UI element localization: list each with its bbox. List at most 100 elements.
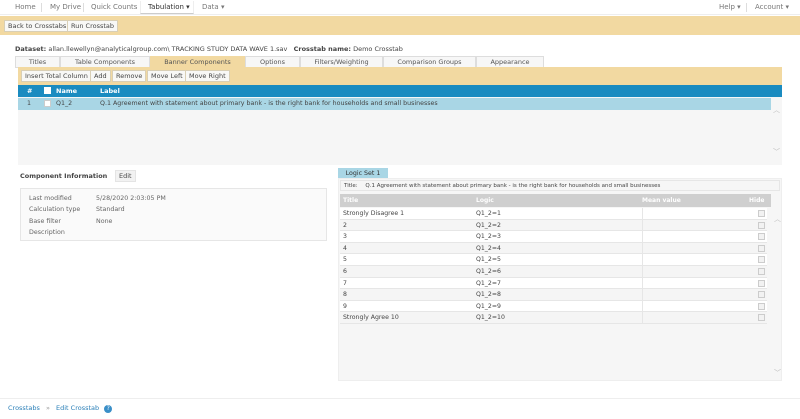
logic-header: Title Logic Mean value Hide xyxy=(340,194,771,207)
component-info-labels: Last modified Calculation type Base filt… xyxy=(29,193,80,238)
mean-value-cell[interactable] xyxy=(642,208,643,219)
breadcrumb-crosstabs[interactable]: Crosstabs xyxy=(8,404,40,412)
add-button[interactable]: Add xyxy=(90,70,111,82)
logic-row-logic: Q1_2=7 xyxy=(476,279,501,287)
logic-row-logic: Q1_2=5 xyxy=(476,256,501,264)
logic-row-title: 6 xyxy=(343,268,347,275)
row-label: Q.1 Agreement with statement about prima… xyxy=(100,100,438,107)
hide-checkbox[interactable] xyxy=(758,221,765,229)
edit-button[interactable]: Edit xyxy=(115,170,136,182)
logic-row-logic: Q1_2=4 xyxy=(476,244,501,252)
field-value: 5/28/2020 2:03:05 PM xyxy=(96,195,166,202)
top-nav: Home My Drive Quick Counts Tabulation ▾ … xyxy=(0,0,800,15)
hide-checkbox[interactable] xyxy=(758,291,765,299)
hide-checkbox[interactable] xyxy=(758,302,765,310)
breadcrumb-separator: » xyxy=(45,404,50,412)
remove-button[interactable]: Remove xyxy=(112,70,147,82)
scroll-up-icon[interactable]: ︿ xyxy=(773,105,780,115)
banner-toolbar: Insert Total Column Add Remove Move Left… xyxy=(18,67,782,85)
nav-data[interactable]: Data ▾ xyxy=(202,3,224,11)
run-crosstab-button[interactable]: Run Crosstab xyxy=(67,20,119,32)
component-info-values: 5/28/2020 2:03:05 PM Standard None xyxy=(96,193,166,227)
logic-row[interactable]: Strongly Agree 10 Q1_2=10 xyxy=(340,312,767,324)
row-name: Q1_2 xyxy=(56,100,73,107)
col-logic: Logic xyxy=(476,197,494,204)
logic-row-logic: Q1_2=6 xyxy=(476,268,501,275)
action-bar: Back to Crosstabs Run Crosstab xyxy=(0,16,800,35)
logic-row[interactable]: 8 Q1_2=8 xyxy=(340,289,767,301)
logic-row-title: 4 xyxy=(343,244,347,252)
mean-value-cell[interactable] xyxy=(642,277,643,289)
field-label: Base filter xyxy=(29,217,61,225)
logic-row[interactable]: Strongly Disagree 1 Q1_2=1 xyxy=(340,208,767,220)
logic-row-title: Strongly Disagree 1 xyxy=(343,210,405,217)
logic-scroll-up-icon[interactable]: ︿ xyxy=(774,214,781,224)
nav-help[interactable]: Help ▾ xyxy=(719,3,741,11)
mean-value-cell[interactable] xyxy=(642,312,643,324)
mean-value-cell[interactable] xyxy=(642,300,643,312)
hide-checkbox[interactable] xyxy=(758,233,765,241)
select-all-checkbox[interactable] xyxy=(44,87,51,94)
breadcrumb-edit-crosstab[interactable]: Edit Crosstab xyxy=(56,404,99,412)
field-label: Calculation type xyxy=(29,206,81,214)
field-value: Standard xyxy=(96,206,125,214)
nav-home[interactable]: Home xyxy=(15,3,36,11)
logic-row[interactable]: 5 Q1_2=5 xyxy=(340,254,767,266)
back-to-crosstabs-button[interactable]: Back to Crosstabs xyxy=(4,20,71,32)
logic-row-logic: Q1_2=9 xyxy=(476,302,501,310)
hide-checkbox[interactable] xyxy=(758,268,765,275)
hide-checkbox[interactable] xyxy=(758,279,765,287)
help-icon[interactable]: ? xyxy=(104,405,113,413)
logic-row[interactable]: 3 Q1_2=3 xyxy=(340,231,767,243)
nav-quick-counts[interactable]: Quick Counts xyxy=(91,3,137,11)
col-mean-value: Mean value xyxy=(642,197,681,204)
logic-row[interactable]: 7 Q1_2=7 xyxy=(340,277,767,290)
dataset-label: Dataset: xyxy=(15,45,47,53)
logic-row-title: 9 xyxy=(343,302,347,310)
logic-row-title: 2 xyxy=(343,221,347,229)
crosstab-name-label: Crosstab name: xyxy=(293,45,351,53)
col-label: Label xyxy=(100,87,120,95)
dataset-value: allan.llewellyn@analyticalgroup.com\ TRA… xyxy=(48,45,288,53)
dataset-info: Dataset: allan.llewellyn@analyticalgroup… xyxy=(15,45,403,53)
logic-row[interactable]: 2 Q1_2=2 xyxy=(340,219,767,232)
insert-total-column-button[interactable]: Insert Total Column xyxy=(21,70,92,82)
mean-value-cell[interactable] xyxy=(642,242,643,254)
logic-row-logic: Q1_2=2 xyxy=(476,221,501,229)
logic-row-title: 7 xyxy=(343,279,347,287)
logic-scroll-down-icon[interactable]: ﹀ xyxy=(774,368,781,378)
hide-checkbox[interactable] xyxy=(758,210,765,217)
mean-value-cell[interactable] xyxy=(642,266,643,277)
move-right-button[interactable]: Move Right xyxy=(185,70,230,82)
mean-value-cell[interactable] xyxy=(642,289,643,301)
hide-checkbox[interactable] xyxy=(758,244,765,252)
col-hide: Hide xyxy=(749,197,765,204)
field-value: None xyxy=(96,217,113,225)
logic-title-label: Title: xyxy=(344,183,358,189)
row-num: 1 xyxy=(27,100,32,107)
hide-checkbox[interactable] xyxy=(758,314,765,322)
move-left-button[interactable]: Move Left xyxy=(147,70,187,82)
mean-value-cell[interactable] xyxy=(642,254,643,266)
mean-value-cell[interactable] xyxy=(642,231,643,243)
logic-row-title: 5 xyxy=(343,256,347,264)
logic-title-row: Title: Q.1 Agreement with statement abou… xyxy=(340,180,780,191)
nav-my-drive[interactable]: My Drive xyxy=(50,3,81,11)
col-title: Title xyxy=(343,197,359,204)
breadcrumb: Crosstabs » Edit Crosstab ? xyxy=(8,404,113,413)
logic-row[interactable]: 6 Q1_2=6 xyxy=(340,266,767,278)
logic-row-title: 3 xyxy=(343,233,347,241)
field-label: Last modified xyxy=(29,195,72,202)
row-checkbox[interactable] xyxy=(44,100,51,107)
banner-panel: Insert Total Column Add Remove Move Left… xyxy=(18,67,782,165)
nav-tabulation[interactable]: Tabulation ▾ xyxy=(148,3,190,11)
field-label: Description xyxy=(29,228,65,236)
hide-checkbox[interactable] xyxy=(758,256,765,264)
nav-account[interactable]: Account ▾ xyxy=(755,3,789,11)
logic-row[interactable]: 4 Q1_2=4 xyxy=(340,242,767,255)
logic-row[interactable]: 9 Q1_2=9 xyxy=(340,300,767,313)
scroll-down-icon[interactable]: ﹀ xyxy=(773,147,780,157)
mean-value-cell[interactable] xyxy=(642,219,643,231)
table-row[interactable]: 1 Q1_2 Q.1 Agreement with statement abou… xyxy=(18,98,771,110)
col-num: # xyxy=(27,87,33,95)
